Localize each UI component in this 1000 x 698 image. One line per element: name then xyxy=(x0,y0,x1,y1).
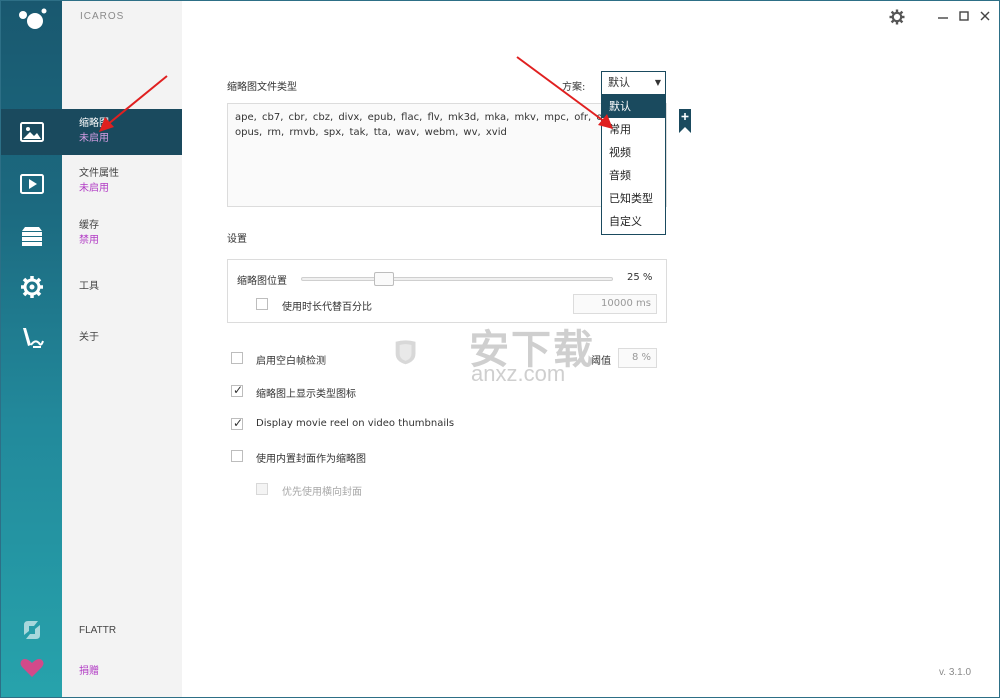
minimize-icon xyxy=(938,17,948,19)
nav-item-status: 禁用 xyxy=(79,235,99,246)
rail-item-properties[interactable] xyxy=(1,161,62,207)
use-cover-checkbox[interactable] xyxy=(231,450,243,462)
play-icon xyxy=(19,174,44,194)
nav-item-status: 未启用 xyxy=(79,183,109,194)
nav-item-thumbnails[interactable]: 缩略图 未启用 xyxy=(62,109,182,155)
movie-reel-checkbox[interactable] xyxy=(231,416,243,430)
use-cover-label: 使用内置封面作为缩略图 xyxy=(256,454,366,465)
types-section-title: 缩略图文件类型 xyxy=(227,82,297,93)
stack-icon xyxy=(21,227,42,246)
chevron-down-icon: ▼ xyxy=(654,78,661,87)
nav-item-tools[interactable]: 工具 xyxy=(62,280,182,300)
bookmark-add-icon[interactable] xyxy=(679,109,691,133)
flattr-icon xyxy=(23,621,40,639)
maximize-icon xyxy=(959,11,969,21)
watermark-text-en: anxz.com xyxy=(471,361,566,386)
thumb-position-slider[interactable] xyxy=(301,277,613,281)
prefer-landscape-label: 优先使用横向封面 xyxy=(282,487,362,498)
nav-item-properties[interactable]: 文件属性 未启用 xyxy=(62,167,182,207)
scheme-option-known[interactable]: 已知类型 xyxy=(602,187,665,210)
rail-item-cache[interactable] xyxy=(1,213,62,259)
scheme-option-common[interactable]: 常用 xyxy=(602,118,665,141)
scheme-label: 方案: xyxy=(562,82,586,93)
scheme-option-video[interactable]: 视频 xyxy=(602,141,665,164)
nav-item-status: 未启用 xyxy=(79,133,109,144)
donate-link[interactable]: 捐赠 xyxy=(79,662,99,677)
thumb-position-label: 缩略图位置 xyxy=(237,276,287,287)
rail-item-donate[interactable] xyxy=(1,645,62,691)
icon-rail xyxy=(1,1,62,697)
blank-frame-detect-checkbox[interactable] xyxy=(231,352,243,364)
scheme-select[interactable]: 默认 ▼ xyxy=(601,71,666,95)
nav-item-label: 缓存 xyxy=(79,220,99,231)
thumb-position-slider-handle[interactable] xyxy=(374,272,394,286)
watermark-shield-icon xyxy=(395,340,416,365)
nav-item-about[interactable]: 关于 xyxy=(62,331,182,351)
nav-item-label: 缩略图 xyxy=(79,118,109,129)
scheme-option-default[interactable]: 默认 xyxy=(602,95,665,118)
maximize-button[interactable] xyxy=(957,8,971,24)
nav-column: ICAROS 缩略图 未启用 文件属性 未启用 缓存 禁用 工具 关于 FLAT… xyxy=(62,1,182,697)
scheme-option-audio[interactable]: 音频 xyxy=(602,164,665,187)
app-logo-icon xyxy=(19,8,47,29)
gear-icon xyxy=(20,276,43,298)
movie-reel-label: Display movie reel on video thumbnails xyxy=(256,418,455,429)
close-button[interactable] xyxy=(978,8,992,24)
thumb-position-value: 25 % xyxy=(627,272,653,283)
threshold-input[interactable]: 8 % xyxy=(618,348,657,368)
settings-section-title: 设置 xyxy=(227,234,247,245)
nav-item-label: 文件属性 xyxy=(79,168,119,179)
blank-frame-detect-label: 启用空白帧检测 xyxy=(256,356,326,367)
nav-item-label: 工具 xyxy=(79,281,99,292)
heart-icon xyxy=(20,659,43,677)
scheme-dropdown: 默认 常用 视频 音频 已知类型 自定义 xyxy=(601,94,666,235)
flattr-link[interactable]: FLATTR xyxy=(79,625,116,636)
rail-item-about[interactable] xyxy=(1,315,62,361)
duration-input[interactable]: 10000 ms xyxy=(573,294,657,314)
image-icon xyxy=(19,122,44,142)
settings-gear-icon[interactable] xyxy=(889,9,905,25)
nav-item-cache[interactable]: 缓存 禁用 xyxy=(62,219,182,259)
app-window: ICAROS 缩略图 未启用 文件属性 未启用 缓存 禁用 工具 关于 FLAT… xyxy=(0,0,1000,698)
tools-icon xyxy=(22,328,44,348)
use-duration-label: 使用时长代替百分比 xyxy=(282,302,372,313)
use-duration-checkbox[interactable] xyxy=(256,298,268,310)
app-title: ICAROS xyxy=(80,11,125,22)
show-type-icon-checkbox[interactable] xyxy=(231,383,243,397)
scheme-select-value: 默认 xyxy=(608,76,630,89)
version-label: v. 3.1.0 xyxy=(939,667,972,678)
show-type-icon-label: 缩略图上显示类型图标 xyxy=(256,389,356,400)
nav-item-label: 关于 xyxy=(79,332,99,343)
minimize-button[interactable] xyxy=(936,8,950,24)
rail-item-thumbnails[interactable] xyxy=(1,109,62,155)
scheme-option-custom[interactable]: 自定义 xyxy=(602,210,665,233)
rail-item-tools[interactable] xyxy=(1,264,62,310)
prefer-landscape-checkbox[interactable] xyxy=(256,483,268,495)
close-icon xyxy=(980,11,990,21)
